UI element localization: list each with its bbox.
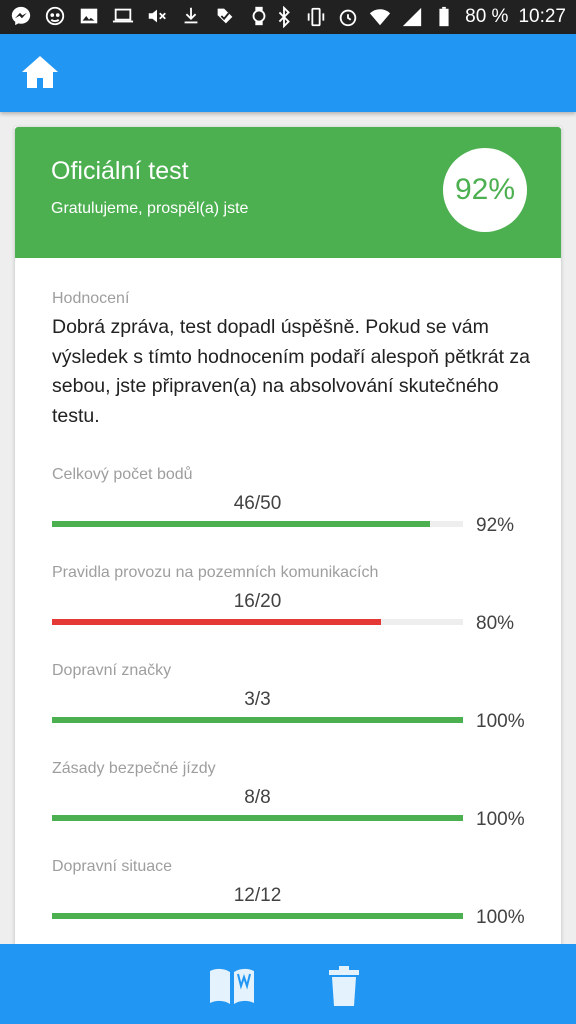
category-row: Dopravní značky 3/3 100% <box>52 662 552 742</box>
category-row: Dopravní situace 12/12 100% <box>52 858 552 938</box>
result-title: Oficiální test <box>51 157 189 185</box>
trash-icon <box>329 966 359 1006</box>
progress-track <box>52 913 463 919</box>
progress-fill <box>52 815 463 821</box>
category-score: 8/8 <box>244 787 271 808</box>
category-row: Zásady bezpečné jízdy 8/8 100% <box>52 760 552 840</box>
bluetooth-icon <box>273 6 295 28</box>
home-icon <box>22 56 58 88</box>
evaluation-label: Hodnocení <box>52 290 130 307</box>
clock: 10:27 <box>518 6 566 27</box>
status-bar: 80 % 10:27 <box>0 0 576 34</box>
alarm-icon <box>337 6 359 28</box>
mute-icon <box>146 5 168 27</box>
category-score: 12/12 <box>233 885 282 906</box>
battery-percent: 80 % <box>465 6 509 27</box>
incognito-icon <box>44 5 66 27</box>
evaluation-text: Dobrá zpráva, test dopadl úspěšně. Pokud… <box>52 316 531 427</box>
category-percent: 100% <box>476 711 525 732</box>
battery-icon <box>433 6 455 28</box>
category-score: 16/20 <box>233 591 282 612</box>
category-row: Celkový počet bodů 46/50 92% <box>52 466 552 546</box>
vibrate-icon <box>305 6 327 28</box>
progress-track <box>52 521 463 527</box>
score-badge: 92% <box>443 148 527 232</box>
result-subtitle: Gratulujeme, prospěl(a) jste <box>51 200 249 217</box>
category-percent: 100% <box>476 907 525 928</box>
progress-track <box>52 619 463 625</box>
progress-fill <box>52 913 463 919</box>
category-label: Celkový počet bodů <box>52 466 193 483</box>
system-icons: 80 % 10:27 <box>273 5 566 29</box>
category-label: Dopravní značky <box>52 662 172 679</box>
progress-fill <box>52 619 381 625</box>
category-label: Zásady bezpečné jízdy <box>52 760 216 777</box>
notification-icons <box>10 5 270 27</box>
category-percent: 92% <box>476 515 515 536</box>
category-score: 46/50 <box>233 493 282 514</box>
watch-icon <box>248 5 270 27</box>
category-score: 3/3 <box>244 689 271 710</box>
progress-fill <box>52 521 431 527</box>
progress-track <box>52 717 463 723</box>
image-icon <box>78 5 100 27</box>
progress-fill <box>52 717 463 723</box>
category-label: Dopravní situace <box>52 858 173 875</box>
category-row: Pravidla provozu na pozemních komunikací… <box>52 564 552 644</box>
check-icon <box>214 5 236 27</box>
progress-track <box>52 815 463 821</box>
app-bar <box>0 34 576 112</box>
book-button[interactable] <box>208 966 256 1006</box>
category-percent: 100% <box>476 809 525 830</box>
book-icon <box>210 968 254 1004</box>
signal-icon <box>401 6 423 28</box>
home-button[interactable] <box>20 53 60 93</box>
category-percent: 80% <box>476 613 515 634</box>
category-label: Pravidla provozu na pozemních komunikací… <box>52 564 379 581</box>
wifi-icon <box>369 6 391 28</box>
delete-button[interactable] <box>328 966 360 1006</box>
laptop-icon <box>112 5 134 27</box>
bottom-bar <box>0 944 576 1024</box>
download-icon <box>180 5 202 27</box>
result-card: Oficiální test Gratulujeme, prospěl(a) j… <box>15 127 561 957</box>
messenger-icon <box>10 5 32 27</box>
result-header: Oficiální test Gratulujeme, prospěl(a) j… <box>15 127 561 258</box>
